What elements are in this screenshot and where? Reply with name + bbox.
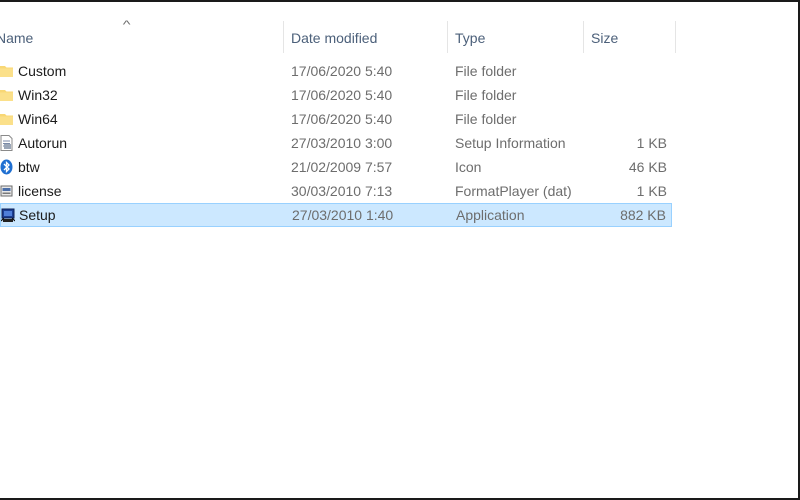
file-size: 1 KB <box>636 183 667 199</box>
file-size: 46 KB <box>628 159 667 175</box>
file-name: Custom <box>18 63 67 79</box>
file-type: FormatPlayer (dat) <box>455 183 572 199</box>
file-name: license <box>18 183 62 199</box>
file-type: File folder <box>455 87 517 103</box>
column-header-name-label: Name <box>0 30 34 46</box>
column-header-size[interactable]: Size <box>584 17 676 57</box>
file-row[interactable]: license 30/03/2010 7:13 FormatPlayer (dat)… <box>0 179 672 203</box>
file-type: File folder <box>455 111 517 127</box>
file-type: File folder <box>455 63 517 79</box>
file-name: btw <box>18 159 40 175</box>
column-header-date-modified[interactable]: Date modified <box>284 17 448 57</box>
file-row[interactable]: Autorun 27/03/2010 3:00 Setup Information 1… <box>0 131 672 155</box>
file-date-modified: 27/03/2010 1:40 <box>292 207 394 223</box>
setup-info-file-icon <box>0 135 13 151</box>
folder-icon <box>0 87 13 103</box>
file-date-modified: 21/02/2009 7:57 <box>291 159 393 175</box>
file-type: Setup Information <box>455 135 566 151</box>
column-header-type-label: Type <box>455 30 486 46</box>
file-explorer-window: ^ Name Date modified Type Size Custom 17/… <box>0 0 800 500</box>
file-name: Win64 <box>18 111 58 127</box>
file-date-modified: 17/06/2020 5:40 <box>291 111 393 127</box>
sort-ascending-icon: ^ <box>122 19 131 31</box>
file-row[interactable]: Win32 17/06/2020 5:40 File folder <box>0 83 672 107</box>
window-top-edge <box>0 0 800 2</box>
bluetooth-icon <box>0 159 13 175</box>
file-date-modified: 30/03/2010 7:13 <box>291 183 393 199</box>
column-header-date-label: Date modified <box>291 30 378 46</box>
column-header-name[interactable]: ^ Name <box>0 17 284 57</box>
file-name: Setup <box>19 207 56 223</box>
column-divider[interactable] <box>675 21 676 53</box>
file-date-modified: 27/03/2010 3:00 <box>291 135 393 151</box>
dat-file-icon <box>0 183 13 199</box>
column-header-type[interactable]: Type <box>448 17 584 57</box>
column-header-size-label: Size <box>591 30 619 46</box>
folder-icon <box>0 111 13 127</box>
file-row-selected[interactable]: Setup 27/03/2010 1:40 Application 882 KB <box>0 203 672 227</box>
file-name: Win32 <box>18 87 58 103</box>
file-size: 1 KB <box>636 135 667 151</box>
file-type: Application <box>456 207 525 223</box>
file-row[interactable]: Win64 17/06/2020 5:40 File folder <box>0 107 672 131</box>
folder-icon <box>0 63 13 79</box>
column-header-bar: ^ Name Date modified Type Size <box>0 17 678 57</box>
file-date-modified: 17/06/2020 5:40 <box>291 63 393 79</box>
file-size: 882 KB <box>620 207 666 223</box>
file-type: Icon <box>455 159 482 175</box>
file-row[interactable]: btw 21/02/2009 7:57 Icon 46 KB <box>0 155 672 179</box>
file-row[interactable]: Custom 17/06/2020 5:40 File folder <box>0 59 672 83</box>
file-list: Custom 17/06/2020 5:40 File folder Win32 17/… <box>0 59 672 227</box>
file-date-modified: 17/06/2020 5:40 <box>291 87 393 103</box>
file-name: Autorun <box>18 135 68 151</box>
application-icon <box>1 207 15 223</box>
